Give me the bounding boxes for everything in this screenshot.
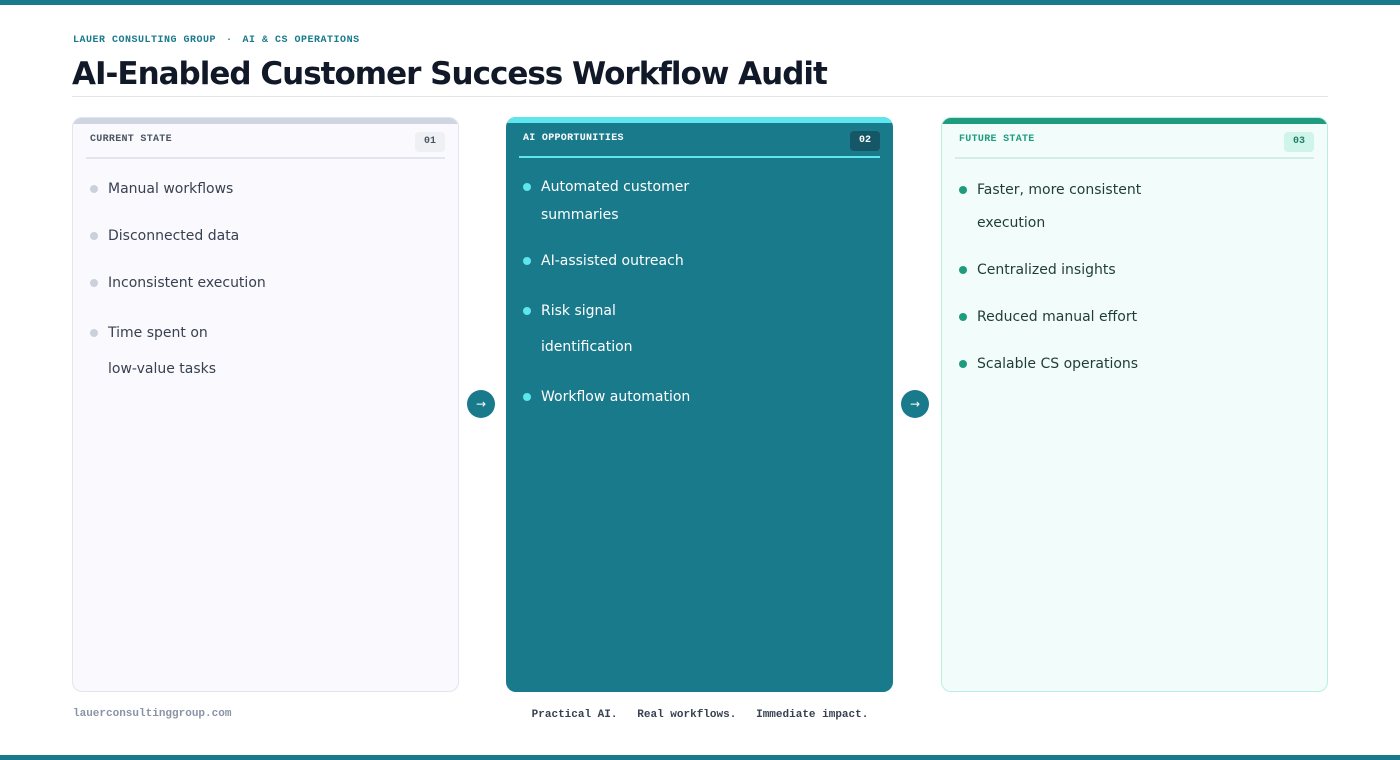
card-top-stripe xyxy=(942,118,1327,124)
card-divider xyxy=(86,157,445,159)
card-list: Manual workflows Disconnected data Incon… xyxy=(90,174,438,404)
list-item: Automated customer summaries xyxy=(523,173,711,229)
list-item-text: Automated customer summaries xyxy=(541,179,690,223)
current-state-card: CURRENT STATE 01 Manual workflows Discon… xyxy=(72,117,459,692)
arrow-right-icon: → xyxy=(901,390,929,418)
bullet-dot-icon xyxy=(959,186,967,194)
card-number-badge: 02 xyxy=(850,131,880,151)
list-item: Time spent on low-value tasks xyxy=(90,315,238,387)
list-item: Reduced manual effort xyxy=(959,301,1307,334)
title-divider xyxy=(72,96,1328,97)
list-item-text: Disconnected data xyxy=(108,228,240,244)
list-item-text: AI-assisted outreach xyxy=(541,253,684,269)
list-item-text: Risk signal identification xyxy=(541,303,633,355)
footer-tagline: Practical AI. Real workflows. Immediate … xyxy=(531,709,869,721)
list-item: Workflow automation xyxy=(523,382,873,412)
bullet-dot-icon xyxy=(90,279,98,287)
bullet-dot-icon xyxy=(523,183,531,191)
list-item: Manual workflows xyxy=(90,174,438,204)
top-accent-bar xyxy=(0,0,1400,5)
list-item-text: Time spent on low-value tasks xyxy=(108,325,217,377)
card-divider xyxy=(955,157,1314,159)
card-heading: CURRENT STATE xyxy=(90,134,172,145)
list-item-text: Workflow automation xyxy=(541,389,691,405)
list-item: Centralized insights xyxy=(959,254,1307,287)
card-top-stripe xyxy=(506,117,893,123)
bullet-dot-icon xyxy=(523,307,531,315)
future-state-card: FUTURE STATE 03 Faster, more consistent … xyxy=(941,117,1328,692)
bottom-accent-bar xyxy=(0,755,1400,760)
bullet-dot-icon xyxy=(90,232,98,240)
bullet-dot-icon xyxy=(523,257,531,265)
list-item-text: Reduced manual effort xyxy=(977,309,1138,325)
bullet-dot-icon xyxy=(523,393,531,401)
card-list: Faster, more consistent execution Centra… xyxy=(959,174,1307,395)
bullet-dot-icon xyxy=(90,185,98,193)
card-divider xyxy=(519,156,880,158)
section-label: AI & CS OPERATIONS xyxy=(242,35,360,46)
list-item-text: Scalable CS operations xyxy=(977,356,1139,372)
arrow-right-icon: → xyxy=(467,390,495,418)
list-item: Risk signal identification xyxy=(523,293,651,365)
page-title: AI-Enabled Customer Success Workflow Aud… xyxy=(72,56,828,92)
card-heading: FUTURE STATE xyxy=(959,134,1035,145)
list-item-text: Inconsistent execution xyxy=(108,275,266,291)
ai-opportunities-card: AI OPPORTUNITIES 02 Automated customer s… xyxy=(506,117,893,692)
list-item: Faster, more consistent execution xyxy=(959,174,1157,240)
card-number-badge: 01 xyxy=(415,132,445,152)
list-item: AI-assisted outreach xyxy=(523,246,873,276)
bullet-dot-icon xyxy=(90,329,98,337)
card-list: Automated customer summaries AI-assisted… xyxy=(523,173,873,429)
bullet-dot-icon xyxy=(959,360,967,368)
eyebrow: LAUER CONSULTING GROUP · AI & CS OPERATION… xyxy=(73,35,360,46)
brand-label: LAUER CONSULTING GROUP xyxy=(73,35,217,46)
list-item: Inconsistent execution xyxy=(90,268,438,298)
card-number-badge: 03 xyxy=(1284,132,1314,152)
bullet-dot-icon xyxy=(959,266,967,274)
list-item: Disconnected data xyxy=(90,221,438,251)
bullet-dot-icon xyxy=(959,313,967,321)
list-item-text: Manual workflows xyxy=(108,181,234,197)
eyebrow-separator: · xyxy=(226,35,233,46)
card-top-stripe xyxy=(73,118,458,124)
card-heading: AI OPPORTUNITIES xyxy=(523,133,624,144)
list-item: Scalable CS operations xyxy=(959,348,1307,381)
list-item-text: Centralized insights xyxy=(977,262,1116,278)
list-item-text: Faster, more consistent execution xyxy=(977,182,1142,231)
